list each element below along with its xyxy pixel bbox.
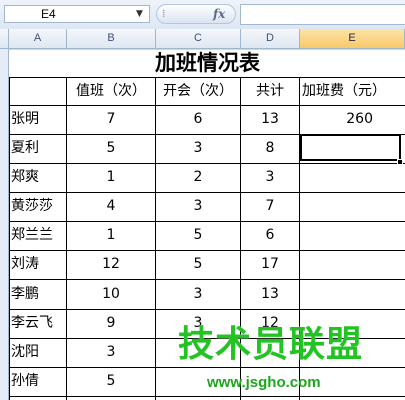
cell-total[interactable]: 13 — [241, 279, 299, 309]
cell-name[interactable]: 郑兰兰 — [10, 221, 66, 250]
cell-duty[interactable]: 5 — [67, 134, 155, 163]
cell-name[interactable]: 李鹏 — [10, 279, 66, 309]
cell-name[interactable]: 夏利 — [10, 134, 66, 163]
cell-name[interactable]: 李云飞 — [10, 309, 66, 338]
column-header-d[interactable]: D — [241, 29, 300, 49]
fill-handle[interactable] — [397, 159, 403, 165]
column-header-e[interactable]: E — [300, 29, 405, 49]
cell-duty[interactable]: 7 — [67, 105, 155, 134]
cell-name[interactable]: 张明 — [10, 105, 66, 134]
cell-meeting[interactable]: 3 — [156, 279, 240, 309]
row-headers[interactable] — [0, 49, 9, 400]
cell-total[interactable]: 8 — [241, 134, 299, 163]
cell-meeting[interactable]: 3 — [156, 192, 240, 221]
cell-name[interactable]: 黄莎莎 — [10, 192, 66, 221]
column-header-a[interactable]: A — [9, 29, 67, 49]
cell-total[interactable]: 13 — [241, 105, 299, 134]
name-box[interactable]: E4 — [4, 5, 150, 23]
column-header-b[interactable]: B — [67, 29, 156, 49]
cell-fee[interactable] — [300, 279, 405, 309]
cell-duty[interactable]: 12 — [67, 250, 155, 279]
header-total[interactable]: 共计 — [241, 78, 299, 105]
cell-duty[interactable]: 4 — [67, 192, 155, 221]
cell-total[interactable]: 7 — [241, 192, 299, 221]
cell-name[interactable]: 沈阳 — [10, 338, 66, 367]
cell-meeting[interactable]: 5 — [156, 250, 240, 279]
active-cell-e4[interactable] — [300, 134, 401, 161]
header-duty[interactable]: 值班（次） — [67, 78, 155, 105]
row-border — [9, 396, 405, 397]
cell-duty[interactable]: 3 — [67, 338, 155, 367]
cell-meeting[interactable]: 5 — [156, 221, 240, 250]
cell-duty[interactable]: 1 — [67, 221, 155, 250]
cell-duty[interactable]: 10 — [67, 279, 155, 309]
cell-name[interactable]: 孙倩 — [10, 367, 66, 396]
watermark-logo: 技术员联盟 — [178, 324, 364, 365]
formula-input[interactable] — [240, 4, 405, 25]
header-fee[interactable]: 加班费（元） — [300, 78, 405, 105]
cell-fee[interactable] — [300, 163, 405, 192]
drag-handle-icon[interactable]: ⁞ — [162, 6, 167, 22]
cell-meeting[interactable]: 3 — [156, 134, 240, 163]
cell-total[interactable]: 17 — [241, 250, 299, 279]
sheet-title[interactable]: 加班情况表 — [10, 50, 405, 76]
cell-total[interactable]: 3 — [241, 163, 299, 192]
cell-fee[interactable] — [300, 221, 405, 250]
watermark-url: www.jsgho.com — [207, 374, 321, 391]
chevron-down-icon[interactable]: ▼ — [136, 7, 143, 21]
cell-duty[interactable]: 5 — [67, 367, 155, 396]
cell-duty[interactable]: 1 — [67, 163, 155, 192]
cell-name[interactable]: 刘涛 — [10, 250, 66, 279]
cell-fee[interactable]: 260 — [300, 105, 405, 134]
select-all-corner[interactable] — [0, 29, 9, 49]
insert-function-icon[interactable]: fx — [213, 5, 225, 23]
cell-fee[interactable] — [300, 250, 405, 279]
column-header-c[interactable]: C — [156, 29, 241, 49]
formula-bar: E4 ▼ ⁞ fx — [0, 0, 405, 30]
cell-meeting[interactable]: 6 — [156, 105, 240, 134]
cell-fee[interactable] — [300, 192, 405, 221]
cell-name[interactable]: 郑爽 — [10, 163, 66, 192]
cell-total[interactable]: 6 — [241, 221, 299, 250]
cell-duty[interactable]: 9 — [67, 309, 155, 338]
header-meeting[interactable]: 开会（次） — [156, 78, 240, 105]
cell-meeting[interactable]: 2 — [156, 163, 240, 192]
